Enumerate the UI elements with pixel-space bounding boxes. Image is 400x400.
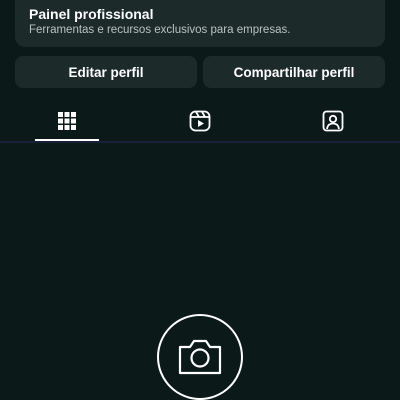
empty-state-camera[interactable] — [157, 314, 243, 400]
profile-tabs — [0, 100, 400, 142]
profile-actions: Editar perfil Compartilhar perfil — [15, 56, 385, 88]
professional-dashboard-card[interactable]: Painel profissional Ferramentas e recurs… — [15, 0, 385, 47]
tabs-divider — [0, 141, 400, 143]
professional-dashboard-subtitle: Ferramentas e recursos exclusivos para e… — [29, 24, 291, 36]
profile-screen: Painel profissional Ferramentas e recurs… — [0, 0, 400, 400]
tab-posts-grid[interactable] — [0, 100, 133, 142]
grid-icon — [57, 112, 76, 130]
reels-icon — [189, 110, 211, 132]
tab-reels[interactable] — [133, 100, 266, 142]
camera-icon — [178, 339, 222, 375]
professional-dashboard-title: Painel profissional — [29, 6, 154, 22]
share-profile-button[interactable]: Compartilhar perfil — [203, 56, 385, 88]
tab-tagged[interactable] — [267, 100, 400, 142]
edit-profile-button[interactable]: Editar perfil — [15, 56, 197, 88]
tagged-icon — [322, 110, 344, 132]
